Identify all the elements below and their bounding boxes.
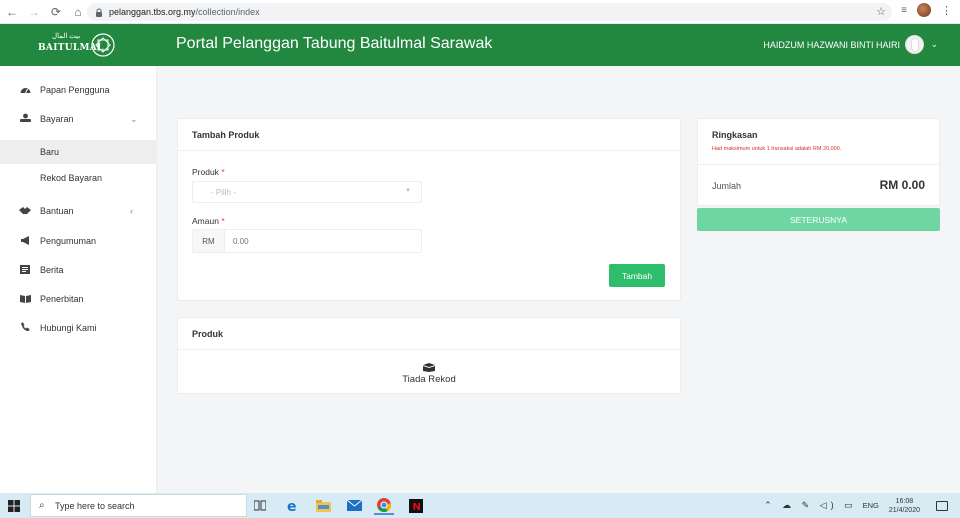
product-list-card: Produk Tiada Rekod <box>177 317 681 394</box>
logo-arabic-text: بيت المال <box>52 33 81 40</box>
clock-time: 16:08 <box>895 497 914 505</box>
taskbar-search[interactable]: ⌕ Type here to search <box>30 494 247 517</box>
portal-title: Portal Pelanggan Tabung Baitulmal Sarawa… <box>176 35 493 52</box>
summary-card: Ringkasan Had maksimum untuk 1 transaksi… <box>697 118 940 206</box>
reload-icon[interactable]: ⟳ <box>46 2 66 22</box>
notification-center-icon[interactable] <box>936 500 948 511</box>
url-host: pelanggan.tbs.org.my <box>109 7 196 17</box>
windows-taskbar: ⌕ Type here to search e N ⌃ ☁ ✎ ◁) ▭ ENG… <box>0 493 960 518</box>
caret-down-icon: ▼ <box>405 188 411 194</box>
sidebar-item-papan-pengguna[interactable]: Papan Pengguna <box>0 78 157 102</box>
megaphone-icon <box>19 235 31 247</box>
media-icon[interactable]: ≡ <box>901 5 907 16</box>
logo-emblem-icon <box>91 33 115 57</box>
baitulmal-logo[interactable]: بيت المال BAITULMAL <box>38 32 118 58</box>
file-explorer-icon[interactable] <box>313 496 333 515</box>
sidebar: Papan Pengguna Bayaran ⌄ Baru Rekod Baya… <box>0 66 157 493</box>
sidebar-item-label: Hubungi Kami <box>40 323 97 333</box>
max-transaction-warning: Had maksimum untuk 1 transaksi adalah RM… <box>712 146 842 152</box>
url-path: /collection/index <box>195 7 260 17</box>
phone-icon <box>19 322 31 334</box>
search-icon: ⌕ <box>39 500 45 511</box>
sidebar-item-label: Pengumuman <box>40 236 97 246</box>
seterusnya-button[interactable]: SETERUSNYA <box>697 208 940 231</box>
user-name[interactable]: HAIDZUM HAZWANI BINTI HAIRI <box>763 40 900 50</box>
amount-input[interactable] <box>225 230 421 252</box>
card-title: Tambah Produk <box>178 119 680 151</box>
divider <box>698 164 939 165</box>
produk-select-value: - Pilih - <box>211 187 236 197</box>
sidebar-item-hubungi-kami[interactable]: Hubungi Kami <box>0 316 157 340</box>
windows-start-icon[interactable] <box>8 500 20 512</box>
clock-date: 21/4/2020 <box>888 506 920 514</box>
tray-icons[interactable]: ⌃ ☁ ✎ ◁) ▭ <box>764 500 857 511</box>
taskbar-clock[interactable]: 16:08 21/4/2020 <box>889 497 920 515</box>
sidebar-item-pengumuman[interactable]: Pengumuman <box>0 229 157 253</box>
handshake-icon <box>19 206 31 217</box>
currency-addon: RM <box>193 230 225 252</box>
dashboard-icon <box>19 85 31 96</box>
sidebar-item-label: Baru <box>40 147 60 157</box>
home-icon[interactable]: ⌂ <box>68 2 88 22</box>
produk-label: Produk * <box>192 167 225 177</box>
lock-icon <box>95 8 103 17</box>
task-view-icon[interactable] <box>250 496 270 515</box>
user-avatar[interactable] <box>905 35 924 54</box>
browser-toolbar: ← → ⟳ ⌂ pelanggan.tbs.org.my/collection/… <box>0 0 960 24</box>
sidebar-subitem-rekod-bayaran[interactable]: Rekod Bayaran <box>0 166 157 190</box>
sidebar-item-label: Bayaran <box>40 114 74 124</box>
taskbar-search-placeholder: Type here to search <box>55 500 135 511</box>
tambah-button[interactable]: Tambah <box>609 264 665 287</box>
summary-title: Ringkasan <box>712 130 758 140</box>
chevron-down-icon[interactable]: ⌄ <box>930 39 938 50</box>
card-title: Produk <box>178 318 680 350</box>
browser-profile-avatar[interactable] <box>917 3 931 17</box>
newspaper-icon <box>19 264 31 276</box>
sidebar-item-label: Bantuan <box>40 206 74 216</box>
address-bar[interactable]: pelanggan.tbs.org.my/collection/index ☆ <box>87 3 892 21</box>
chevron-left-icon: ‹ <box>130 206 133 216</box>
chevron-down-icon: ⌄ <box>130 113 138 124</box>
sidebar-item-bayaran[interactable]: Bayaran ⌄ <box>0 107 157 131</box>
menu-kebab-icon[interactable]: ⋮ <box>941 4 952 17</box>
bookmark-star-icon[interactable]: ☆ <box>876 5 886 18</box>
sidebar-item-label: Rekod Bayaran <box>40 173 103 183</box>
input-language[interactable]: ENG <box>863 501 879 510</box>
total-label: Jumlah <box>712 181 742 191</box>
amaun-label: Amaun * <box>192 216 225 226</box>
app-header: بيت المال BAITULMAL Portal Pelanggan Tab… <box>0 24 960 66</box>
chrome-icon[interactable] <box>374 496 394 515</box>
mail-icon[interactable] <box>344 496 364 515</box>
sidebar-item-berita[interactable]: Berita <box>0 258 157 282</box>
add-product-card: Tambah Produk Produk * - Pilih - ▼ Amaun… <box>177 118 681 301</box>
sidebar-item-label: Berita <box>40 265 64 275</box>
empty-box-icon <box>423 363 435 372</box>
total-value: RM 0.00 <box>879 178 925 192</box>
sidebar-item-bantuan[interactable]: Bantuan ‹ <box>0 199 157 223</box>
forward-icon[interactable]: → <box>24 2 44 22</box>
empty-state-text: Tiada Rekod <box>402 374 456 385</box>
netflix-icon[interactable]: N <box>406 496 426 515</box>
sidebar-subitem-baru[interactable]: Baru <box>0 140 157 164</box>
payment-icon <box>19 113 31 125</box>
svg-text:N: N <box>413 502 421 513</box>
sidebar-item-penerbitan[interactable]: Penerbitan <box>0 287 157 311</box>
svg-text:e: e <box>287 499 297 513</box>
book-icon <box>19 294 31 305</box>
system-tray: ⌃ ☁ ✎ ◁) ▭ ENG 16:08 21/4/2020 <box>764 493 960 518</box>
edge-icon[interactable]: e <box>283 496 303 515</box>
back-icon[interactable]: ← <box>2 2 22 22</box>
sidebar-item-label: Papan Pengguna <box>40 85 110 95</box>
sidebar-item-label: Penerbitan <box>40 294 84 304</box>
amount-input-group: RM <box>192 229 422 253</box>
produk-select[interactable]: - Pilih - ▼ <box>192 181 422 203</box>
